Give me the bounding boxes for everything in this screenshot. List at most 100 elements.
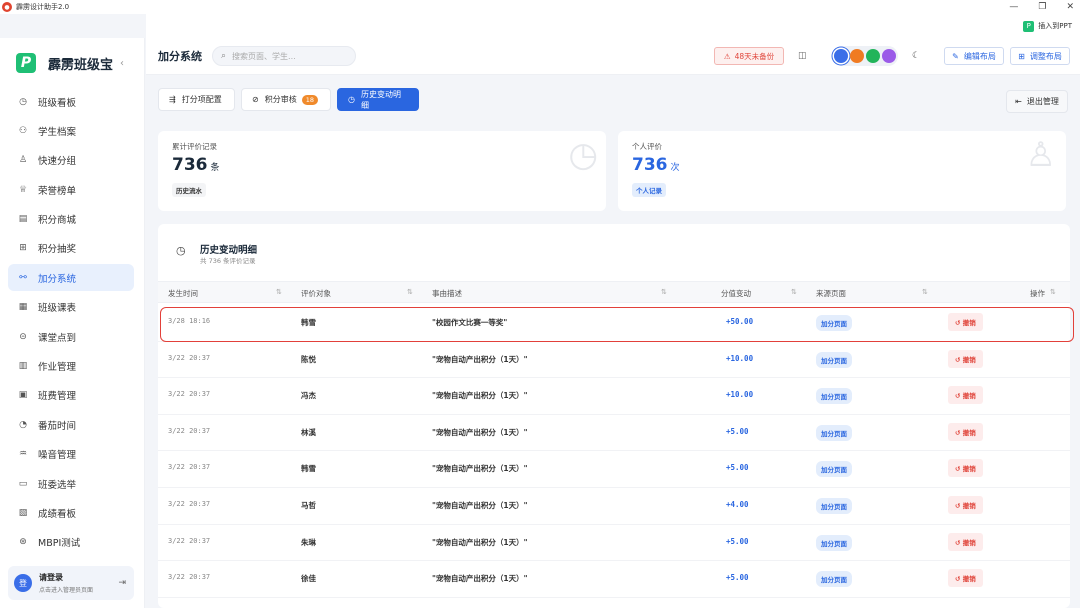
sidebar-item-8[interactable]: ⊝ 课堂点到	[8, 323, 134, 350]
search-input[interactable]: ⌕ 搜索页面、学生...	[212, 46, 356, 66]
nav-icon: ⚯	[19, 272, 27, 283]
revoke-button[interactable]: ↺ 撤销	[948, 532, 983, 551]
nav-icon: ⚇	[18, 125, 28, 136]
row-time: 3/22 20:37	[168, 390, 211, 399]
table-row: 3/22 20:37 韩雪 "宠物自动产出积分（1天）" +5.00 加分页面 ↺ 撤销	[158, 451, 1070, 488]
sort-icon[interactable]: ⇅	[1050, 288, 1056, 296]
revoke-label: 撤销	[962, 465, 976, 474]
sidebar-item-label: 班费管理	[38, 391, 77, 403]
history-bg-icon: ◷	[568, 135, 598, 175]
revoke-button[interactable]: ↺ 撤销	[948, 422, 983, 441]
row-source-badge: 加分页面	[816, 424, 852, 441]
dark-mode-icon[interactable]: ☾	[912, 51, 920, 61]
nav-icon: ♙	[18, 155, 28, 166]
theme-color-picker	[832, 46, 898, 66]
tab-label: 打分项配置	[181, 95, 222, 104]
row-student: 马哲	[301, 501, 316, 510]
tab-score-config[interactable]: ⇶ 打分项配置	[158, 88, 235, 111]
edit-layout-button[interactable]: ✎ 编辑布局	[944, 47, 1004, 65]
exit-admin-button[interactable]: ⇤ 退出管理	[1006, 90, 1068, 113]
sidebar-item-6[interactable]: ⚯ 加分系统	[8, 264, 134, 292]
backup-warning-badge[interactable]: ⚠ 48天未备份	[714, 47, 784, 65]
revoke-button[interactable]: ↺ 撤销	[948, 349, 983, 368]
stat-label: 累计评价记录	[172, 142, 217, 151]
revoke-button[interactable]: ↺ 撤销	[948, 459, 983, 478]
revoke-button[interactable]: ↺ 撤销	[948, 386, 983, 405]
sidebar-item-2[interactable]: ♙ 快速分组	[8, 147, 134, 174]
sidebar-item-3[interactable]: ♕ 荣誉榜单	[8, 176, 134, 203]
sidebar-item-9[interactable]: ▥ 作业管理	[8, 353, 134, 380]
row-time: 3/22 20:37	[168, 573, 211, 582]
tab-score-review[interactable]: ⊘ 积分审核 18	[241, 88, 331, 111]
minimize-icon[interactable]: —	[1009, 2, 1018, 12]
theme-color-swatch[interactable]	[850, 49, 864, 63]
column-header: 评价对象	[301, 289, 331, 298]
revoke-button[interactable]: ↺ 撤销	[948, 569, 983, 588]
column-header: 来源页面	[816, 289, 846, 298]
sidebar-item-0[interactable]: ◷ 班级看板	[8, 88, 134, 115]
revoke-label: 撤销	[962, 428, 976, 437]
grid-icon: ⊞	[1018, 51, 1025, 61]
column-header: 分值变动	[721, 289, 751, 298]
sidebar-item-10[interactable]: ▣ 班费管理	[8, 382, 134, 409]
row-student: 林溪	[301, 427, 316, 437]
sidebar-item-7[interactable]: ▦ 班级课表	[8, 294, 134, 321]
config-icon: ⇶	[169, 95, 176, 104]
revoke-label: 撤销	[962, 575, 976, 584]
adjust-layout-button[interactable]: ⊞ 调整布局	[1010, 47, 1070, 65]
sidebar-item-5[interactable]: ⊞ 积分抽奖	[8, 235, 134, 262]
stat-value: 736 次	[632, 155, 680, 175]
brand-name: 霹雳班级宝	[48, 57, 114, 73]
sidebar-item-label: 番茄时间	[38, 420, 77, 432]
sidebar-item-label: 作业管理	[38, 362, 77, 374]
theme-color-swatch[interactable]	[834, 49, 848, 63]
stat-label: 个人评价	[632, 142, 662, 151]
sort-icon[interactable]: ⇅	[791, 288, 797, 296]
sidebar-item-label: 积分抽奖	[38, 244, 77, 256]
row-time: 3/22 20:37	[168, 353, 211, 362]
page-title: 加分系统	[158, 50, 202, 63]
column-header: 发生时间	[168, 289, 198, 298]
nav-icon: ⊛	[19, 537, 27, 548]
page-header: 加分系统 ⌕ 搜索页面、学生... ⚠ 48天未备份 ◫ ☾ ✎ 编辑布局 ⊞ …	[146, 38, 1080, 75]
sidebar-item-13[interactable]: ▭ 班委选举	[8, 470, 134, 497]
theme-color-swatch[interactable]	[882, 49, 896, 63]
restore-icon[interactable]: ❐	[1038, 2, 1046, 12]
revoke-button[interactable]: ↺ 撤销	[948, 496, 983, 514]
window-title: 霹雳设计助手2.0	[16, 3, 70, 11]
sort-icon[interactable]: ⇅	[276, 288, 282, 296]
sidebar-item-label: MBPI测试	[38, 538, 81, 550]
nav-icon: ♕	[18, 184, 28, 195]
collapse-sidebar-icon[interactable]: ‹	[120, 58, 124, 69]
edit-icon: ✎	[952, 51, 959, 61]
sidebar-item-label: 荣誉榜单	[38, 185, 77, 197]
sidebar-item-11[interactable]: ◔ 番茄时间	[8, 411, 134, 438]
sort-icon[interactable]: ⇅	[661, 288, 667, 296]
insert-ppt-button[interactable]: P 插入到PPT	[1023, 20, 1072, 32]
nav-icon: ♒	[18, 449, 28, 460]
login-enter-icon[interactable]: ⇥	[118, 578, 126, 588]
row-student: 冯杰	[301, 391, 316, 401]
row-description: "宠物自动产出积分（1天）"	[432, 537, 528, 547]
sidebar-item-14[interactable]: ▧ 成绩看板	[8, 499, 134, 526]
sidebar-item-1[interactable]: ⚇ 学生档案	[8, 117, 134, 144]
sidebar-toggle-icon[interactable]: ◫	[798, 51, 807, 61]
table-row: 3/22 20:37 冯杰 "宠物自动产出积分（1天）" +10.00 加分页面 ↺ 撤销	[158, 378, 1070, 415]
history-title: 历史变动明细	[200, 245, 258, 256]
table-row: 3/22 20:37 徐佳 "宠物自动产出积分（1天）" +5.00 加分页面 ↺ 撤销	[158, 561, 1070, 598]
sidebar-item-15[interactable]: ⊛ MBPI测试	[8, 529, 134, 556]
row-score-change: +5.00	[726, 463, 749, 473]
row-student: 徐佳	[301, 574, 316, 584]
sort-icon[interactable]: ⇅	[922, 288, 928, 296]
sort-icon[interactable]: ⇅	[407, 288, 413, 296]
theme-color-swatch[interactable]	[866, 49, 880, 63]
close-icon[interactable]: ✕	[1066, 2, 1074, 12]
row-description: "宠物自动产出积分（1天）"	[432, 574, 528, 584]
login-panel[interactable]: 登 请登录 点击进入管理员页面 ⇥	[8, 566, 134, 600]
sidebar-item-4[interactable]: ▤ 积分商城	[8, 206, 134, 233]
tab-history[interactable]: ◷ 历史变动明细	[337, 88, 419, 111]
nav-icon: ▥	[18, 361, 28, 372]
nav-icon: ▦	[18, 302, 28, 313]
sidebar-item-12[interactable]: ♒ 噪音管理	[8, 441, 134, 468]
search-placeholder: 搜索页面、学生...	[232, 51, 296, 61]
